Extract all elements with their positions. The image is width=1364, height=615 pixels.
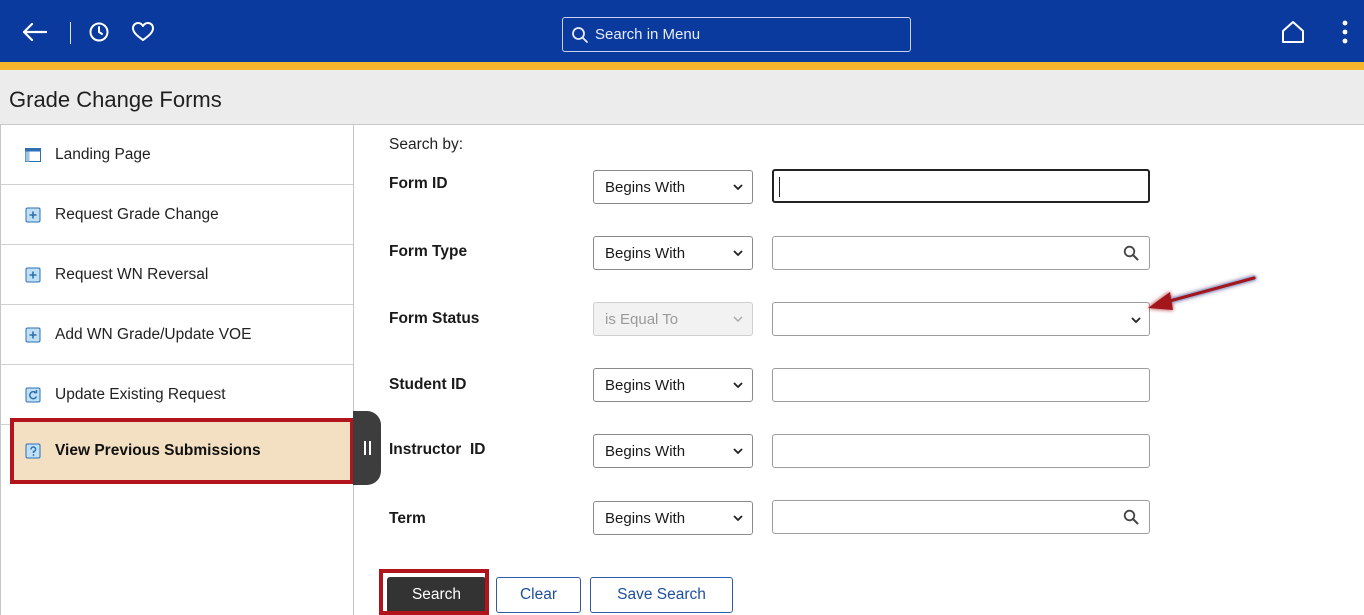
sidebar-item-label: Landing Page (55, 145, 151, 163)
operator-value: Begins With (605, 376, 686, 394)
sidebar-item-label: Request Grade Change (55, 205, 219, 223)
home-icon[interactable] (1275, 14, 1311, 50)
top-banner: Search in Menu (0, 0, 1364, 62)
operator-value: Begins With (605, 178, 686, 196)
text-caret (779, 177, 780, 197)
form-type-label: Form Type (389, 243, 468, 260)
add-page-icon (25, 327, 41, 342)
chevron-down-icon (733, 382, 743, 389)
instructor-id-operator-select[interactable]: Begins With (593, 434, 753, 468)
kebab-menu-icon[interactable] (1330, 14, 1360, 50)
chevron-down-icon (1131, 317, 1141, 324)
menu-search-input[interactable]: Search in Menu (562, 17, 911, 52)
sidebar-item-label: Request WN Reversal (55, 265, 209, 283)
form-status-select[interactable] (772, 302, 1150, 336)
form-status-label: Form Status (389, 310, 480, 327)
form-id-label: Form ID (389, 175, 448, 192)
operator-value: Begins With (605, 244, 686, 262)
instructor-id-label: Instructor ID (389, 441, 486, 458)
operator-value: is Equal To (605, 310, 679, 328)
student-id-label: Student ID (389, 376, 467, 393)
add-page-icon (25, 267, 41, 282)
clear-button[interactable]: Clear (496, 577, 581, 613)
sidebar-item-add-wn-grade[interactable]: Add WN Grade/Update VOE (1, 305, 353, 365)
term-label: Term (389, 510, 426, 527)
instructor-id-input[interactable] (772, 434, 1150, 468)
sidebar-item-update-existing-request[interactable]: Update Existing Request (1, 365, 353, 425)
banner-accent-stripe (0, 62, 1364, 70)
lookup-search-icon[interactable] (1123, 509, 1139, 525)
sidebar-collapse-handle[interactable] (353, 411, 381, 485)
operator-value: Begins With (605, 509, 686, 527)
student-id-operator-select[interactable]: Begins With (593, 368, 753, 402)
operator-value: Begins With (605, 442, 686, 460)
heart-icon[interactable] (125, 14, 161, 50)
student-id-input[interactable] (772, 368, 1150, 402)
back-arrow-icon[interactable] (16, 14, 52, 50)
search-by-heading: Search by: (389, 136, 464, 153)
clock-icon[interactable] (81, 14, 117, 50)
add-page-icon (25, 207, 41, 222)
chevron-down-icon (733, 515, 743, 522)
form-id-input[interactable] (772, 169, 1150, 203)
form-id-operator-select[interactable]: Begins With (593, 170, 753, 204)
page-title: Grade Change Forms (9, 87, 222, 112)
chevron-down-icon (733, 250, 743, 257)
term-input[interactable] (772, 500, 1150, 534)
sidebar-nav: Landing Page Request Grade Change Reques… (0, 125, 354, 615)
sidebar-item-request-wn-reversal[interactable]: Request WN Reversal (1, 245, 353, 305)
banner-divider (70, 22, 71, 44)
sidebar-item-landing-page[interactable]: Landing Page (1, 125, 353, 185)
sidebar-item-label: Add WN Grade/Update VOE (55, 325, 252, 343)
form-type-input[interactable] (772, 236, 1150, 270)
sidebar-item-label: View Previous Submissions (55, 442, 261, 459)
lookup-search-icon[interactable] (1123, 245, 1139, 261)
page-title-bar: Grade Change Forms (0, 70, 1364, 125)
term-operator-select[interactable]: Begins With (593, 501, 753, 535)
sidebar-item-view-previous-submissions[interactable]: View Previous Submissions (10, 418, 354, 484)
menu-search-placeholder: Search in Menu (595, 26, 701, 43)
sidebar-item-request-grade-change[interactable]: Request Grade Change (1, 185, 353, 245)
chevron-down-icon (733, 184, 743, 191)
page-icon (25, 147, 41, 162)
annotation-arrow (1148, 275, 1257, 310)
save-search-button[interactable]: Save Search (590, 577, 733, 613)
update-page-icon (25, 387, 41, 402)
chevron-down-icon (733, 448, 743, 455)
form-type-operator-select[interactable]: Begins With (593, 236, 753, 270)
chevron-down-icon (733, 316, 743, 323)
sidebar-item-label: Update Existing Request (55, 385, 226, 403)
form-status-operator-select: is Equal To (593, 302, 753, 336)
history-page-icon (25, 443, 41, 459)
search-button[interactable]: Search (387, 577, 486, 613)
search-icon (572, 26, 588, 43)
